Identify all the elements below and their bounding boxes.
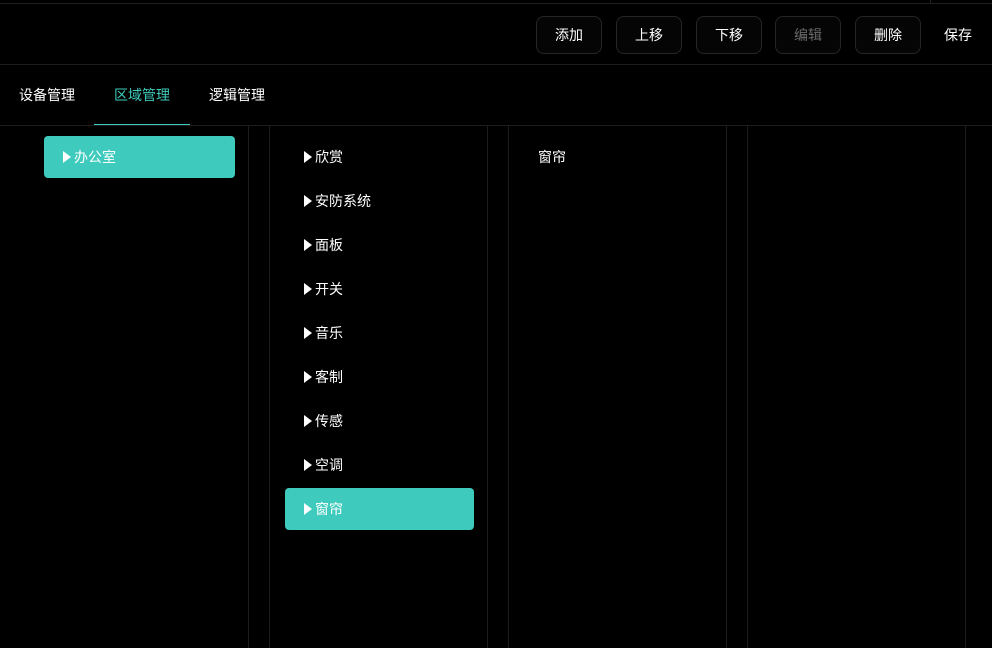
caret-right-icon [304,283,312,295]
category-item[interactable]: 面板 [285,224,474,266]
caret-right-icon [304,327,312,339]
category-item[interactable]: 欣赏 [285,136,474,178]
category-item[interactable]: 音乐 [285,312,474,354]
column-separator [726,126,727,648]
tab-logic-management[interactable]: 逻辑管理 [209,65,265,125]
caret-right-icon [304,503,312,515]
column-separator [487,126,488,648]
device-item[interactable]: 窗帘 [524,136,713,178]
add-button[interactable]: 添加 [536,16,602,54]
area-item-label: 办公室 [74,150,116,166]
category-item-label: 欣赏 [315,150,343,166]
tab-area-management[interactable]: 区域管理 [114,65,170,125]
category-item-label: 面板 [315,238,343,254]
column-separator [965,126,966,648]
category-item[interactable]: 安防系统 [285,180,474,222]
tab-bar: 设备管理 区域管理 逻辑管理 [0,65,992,125]
category-item[interactable]: 空调 [285,444,474,486]
device-item-label: 窗帘 [538,150,566,166]
category-item[interactable]: 开关 [285,268,474,310]
category-item-label: 传感 [315,414,343,430]
column-separator [248,126,249,648]
caret-right-icon [63,151,71,163]
move-up-button[interactable]: 上移 [616,16,682,54]
column-separator [508,126,509,648]
category-item-label: 开关 [315,282,343,298]
category-item-label: 空调 [315,458,343,474]
column-separator [269,126,270,648]
caret-right-icon [304,151,312,163]
category-item-curtain[interactable]: 窗帘 [285,488,474,530]
category-item-label: 安防系统 [315,194,371,210]
area-item-office[interactable]: 办公室 [44,136,235,178]
category-item-label: 窗帘 [315,502,343,518]
tab-device-management[interactable]: 设备管理 [19,65,75,125]
edit-button[interactable]: 编辑 [775,16,841,54]
caret-right-icon [304,195,312,207]
caret-right-icon [304,371,312,383]
category-item[interactable]: 传感 [285,400,474,442]
save-button[interactable]: 保存 [938,16,978,54]
empty-column [748,126,965,648]
category-item[interactable]: 客制 [285,356,474,398]
toolbar: 添加 上移 下移 编辑 删除 保存 [0,4,992,64]
move-down-button[interactable]: 下移 [696,16,762,54]
category-item-label: 客制 [315,370,343,386]
caret-right-icon [304,239,312,251]
delete-button[interactable]: 删除 [855,16,921,54]
caret-right-icon [304,415,312,427]
category-item-label: 音乐 [315,326,343,342]
caret-right-icon [304,459,312,471]
